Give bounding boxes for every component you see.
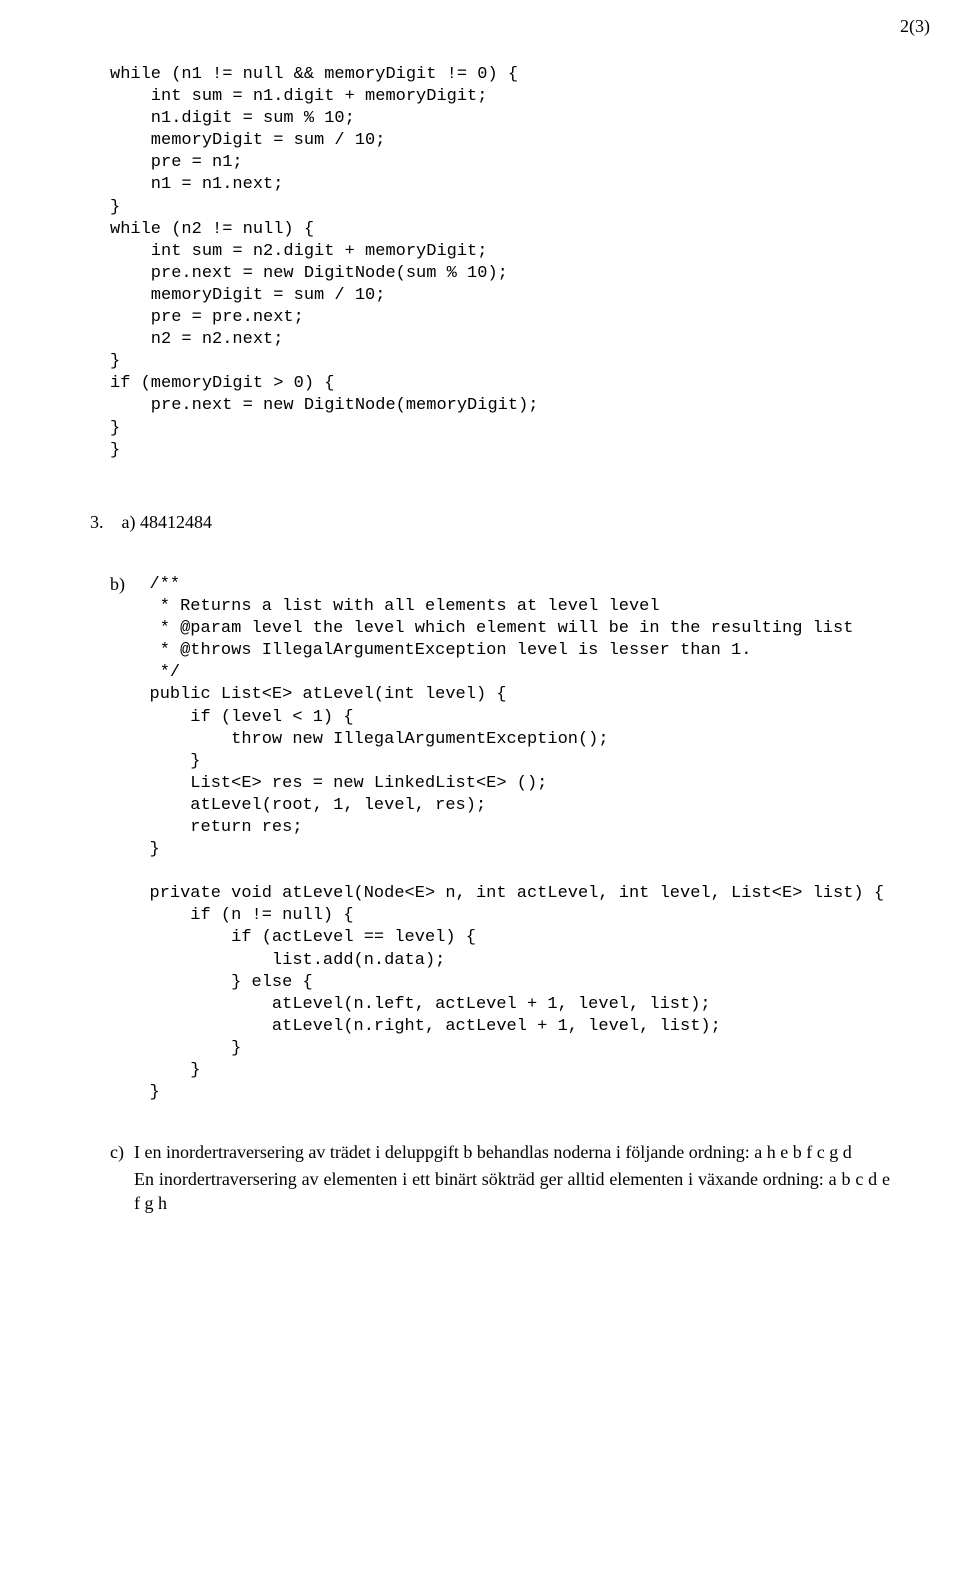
q3c-paragraph-1: I en inordertraversering av trädet i del… <box>134 1140 890 1164</box>
question-3b: b) /** * Returns a list with all element… <box>110 572 890 1104</box>
q3b-label: b) <box>110 572 125 596</box>
question-3c: c) I en inordertraversering av trädet i … <box>110 1140 890 1217</box>
question-3: 3. a) 48412484 b) /** * Returns a list w… <box>70 510 890 1217</box>
q3a-value: 48412484 <box>140 512 212 532</box>
code-listing-1: while (n1 != null && memoryDigit != 0) {… <box>110 64 890 462</box>
code-listing-2: /** * Returns a list with all elements a… <box>150 574 885 1104</box>
q3-label: 3. <box>90 510 104 534</box>
q3c-body: I en inordertraversering av trädet i del… <box>134 1140 890 1215</box>
q3c-label: c) <box>110 1140 134 1164</box>
q3a-label: a) <box>122 510 136 534</box>
q3c-paragraph-2: En inordertraversering av elementen i et… <box>134 1167 890 1216</box>
page: 2(3) while (n1 != null && memoryDigit !=… <box>0 0 960 1573</box>
code-block-1: while (n1 != null && memoryDigit != 0) {… <box>110 64 890 462</box>
page-number: 2(3) <box>900 14 930 38</box>
question-3a: 3. a) 48412484 <box>90 510 890 534</box>
